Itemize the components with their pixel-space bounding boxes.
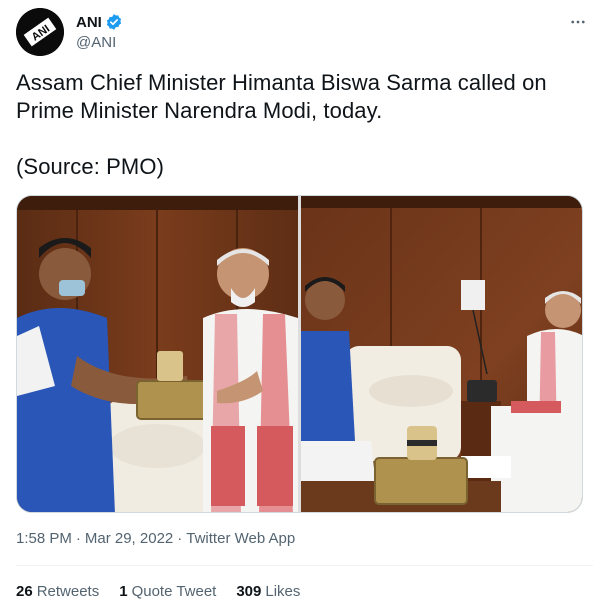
photo-1[interactable] — [17, 196, 298, 512]
retweets-label: Retweets — [36, 583, 100, 600]
verified-badge-icon — [105, 13, 123, 31]
author-info: ANI @ANI — [76, 12, 123, 51]
tweet-text: Assam Chief Minister Himanta Biswa Sarma… — [16, 70, 547, 179]
tweet-meta: 1:58 PM · Mar 29, 2022 · Twitter Web App — [16, 530, 295, 547]
display-name[interactable]: ANI — [76, 14, 102, 31]
divider — [16, 565, 593, 566]
tweet-client[interactable]: Twitter Web App — [186, 530, 295, 547]
tweet-time[interactable]: 1:58 PM — [16, 530, 72, 547]
meta-separator: · — [177, 530, 183, 547]
quote-tweets-count: 1 — [119, 583, 128, 600]
photo-2[interactable] — [301, 196, 582, 512]
retweets-stat[interactable]: 26 Retweets — [16, 583, 99, 600]
tweet-date[interactable]: Mar 29, 2022 — [85, 530, 173, 547]
name-row: ANI — [76, 12, 123, 32]
meta-separator: · — [75, 530, 81, 547]
tweet-card: ANI ANI @ANI Assam Chief Minister Himant… — [0, 0, 609, 613]
quote-tweets-stat[interactable]: 1 Quote Tweet — [119, 583, 216, 600]
likes-label: Likes — [265, 583, 301, 600]
tweet-header: ANI ANI @ANI — [16, 8, 593, 56]
author-handle[interactable]: @ANI — [76, 34, 123, 51]
more-options-icon[interactable] — [563, 10, 593, 34]
retweets-count: 26 — [16, 583, 33, 600]
ani-logo-icon[interactable]: ANI — [16, 8, 64, 56]
media-grid — [16, 195, 583, 513]
likes-stat[interactable]: 309 Likes — [236, 583, 300, 600]
quote-tweets-label: Quote Tweet — [131, 583, 217, 600]
tweet-stats: 26 Retweets 1 Quote Tweet 309 Likes — [16, 583, 320, 600]
likes-count: 309 — [236, 583, 262, 600]
